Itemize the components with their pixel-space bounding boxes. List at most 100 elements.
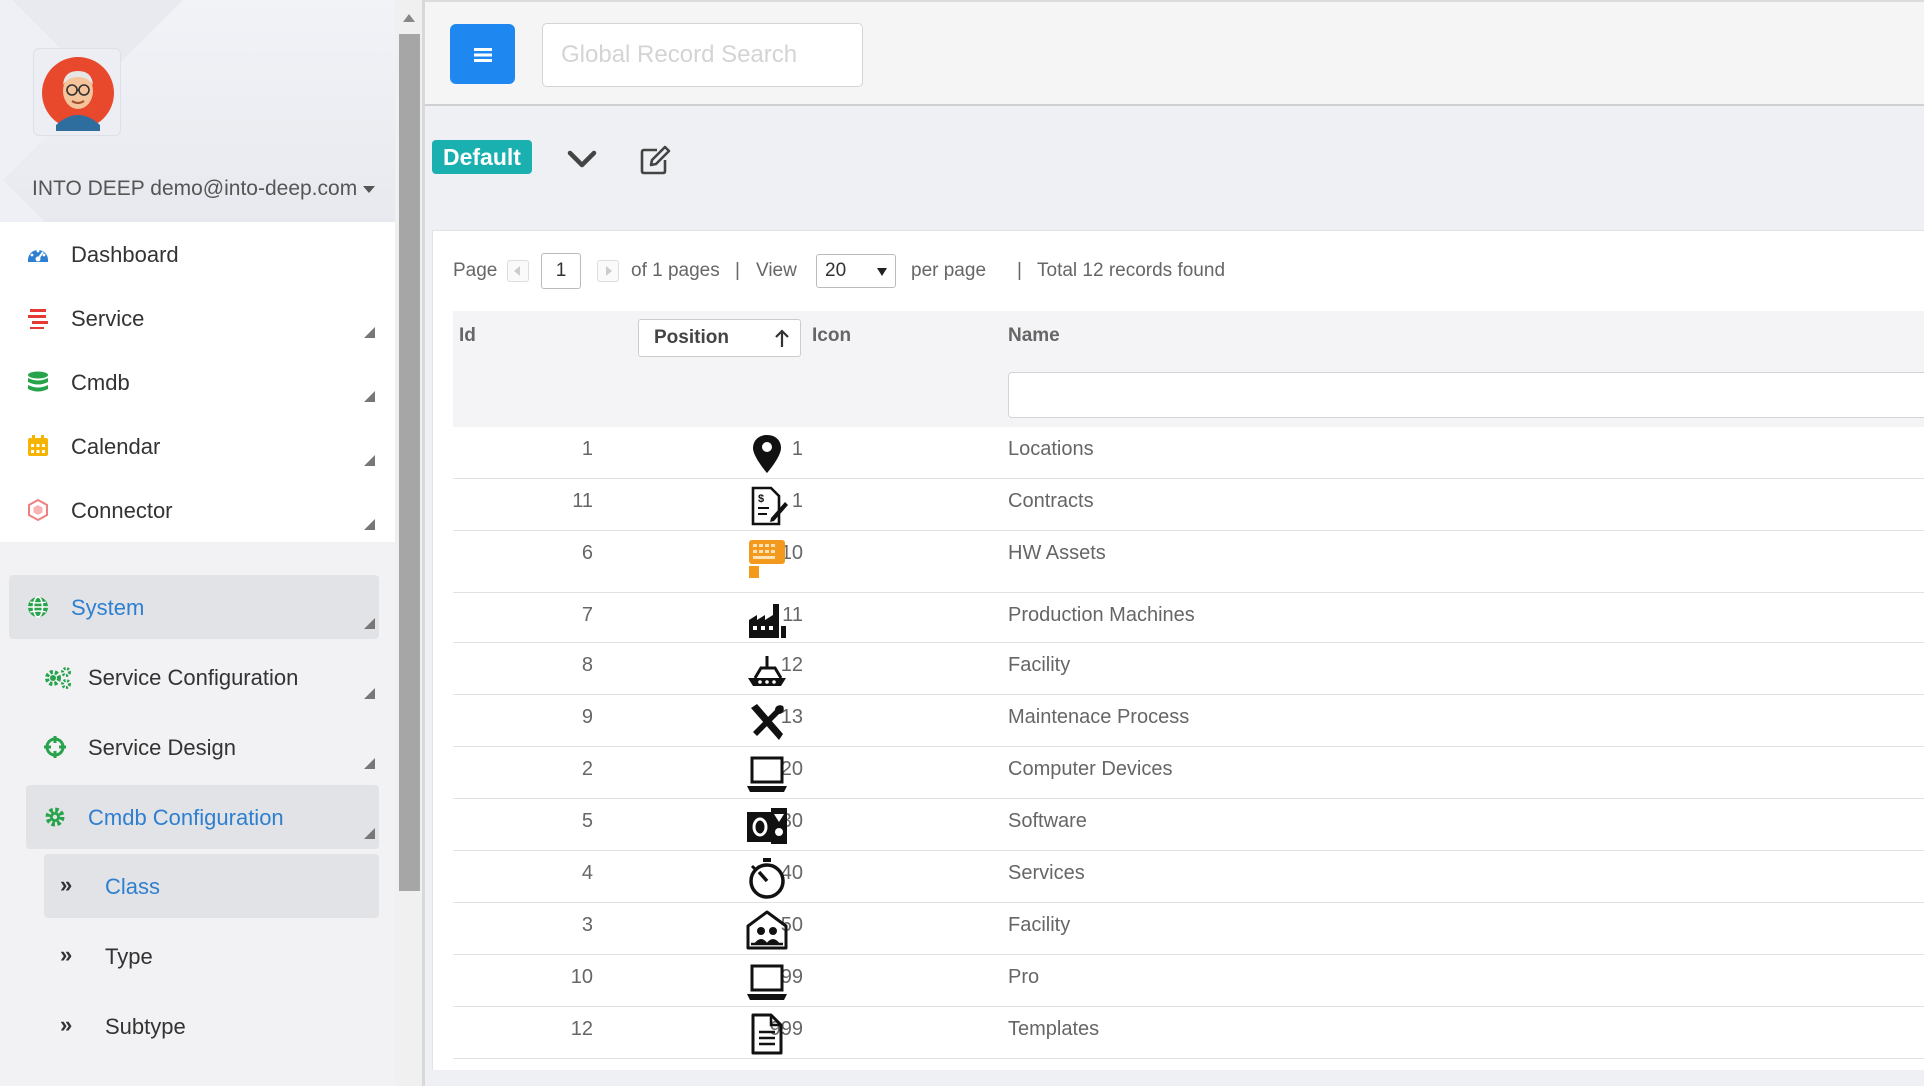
sidebar-item-label: Cmdb Configuration — [88, 805, 284, 830]
cell-position: 1 — [791, 490, 803, 512]
cell-name[interactable]: Locations — [1008, 438, 1094, 461]
sidebar-item-label: Subtype — [105, 1014, 186, 1039]
next-page-button[interactable] — [597, 260, 619, 282]
column-header-id[interactable]: Id — [459, 325, 476, 347]
sidebar-item-type[interactable]: » Type — [44, 924, 379, 988]
map-pin-icon — [745, 432, 789, 476]
factory-icon — [745, 598, 789, 642]
sidebar-item-subtype[interactable]: » Subtype — [44, 994, 379, 1058]
globe-icon — [28, 596, 48, 618]
global-search-input[interactable] — [542, 23, 863, 87]
software-icon — [745, 804, 789, 848]
hamburger-menu-button[interactable] — [450, 24, 515, 84]
sidebar-item-service[interactable]: Service — [0, 286, 395, 350]
cell-name[interactable]: Templates — [1008, 1018, 1099, 1041]
cell-name[interactable]: Computer Devices — [1008, 758, 1173, 781]
cell-name[interactable]: Maintenace Process — [1008, 706, 1189, 729]
sidebar-item-label: Service Configuration — [88, 665, 299, 690]
edit-icon[interactable] — [639, 144, 671, 176]
calendar-icon — [28, 435, 48, 456]
cell-name[interactable]: Pro — [1008, 966, 1039, 989]
crosshair-icon — [44, 736, 66, 758]
table-row[interactable]: 9 13 Maintenace Process — [453, 695, 1924, 747]
user-account-menu[interactable]: INTO DEEP demo@into-deep.com — [32, 177, 376, 201]
column-header-name[interactable]: Name — [1008, 325, 1060, 347]
per-page-select[interactable]: 20 — [816, 254, 896, 288]
laptop-icon — [745, 752, 789, 796]
scrollbar-thumb[interactable] — [399, 34, 420, 891]
per-page-value: 20 — [825, 260, 847, 281]
contract-icon: $ — [745, 484, 789, 528]
expand-arrow-icon — [364, 391, 375, 402]
expand-arrow-icon — [364, 618, 375, 629]
page-count-label: of 1 pages — [631, 260, 720, 281]
arrow-up-icon — [775, 329, 789, 347]
double-chevron-right-icon: » — [60, 942, 73, 967]
name-filter-input[interactable] — [1008, 372, 1924, 418]
table-row[interactable]: 1 1 Locations — [453, 427, 1924, 479]
expand-arrow-icon — [364, 688, 375, 699]
cell-id: 6 — [581, 542, 593, 564]
expand-arrow-icon — [364, 327, 375, 338]
sidebar-item-label: Type — [105, 944, 153, 969]
sidebar-item-dashboard[interactable]: Dashboard — [0, 222, 395, 286]
caret-down-icon — [363, 185, 376, 193]
table-row[interactable]: 8 12 Facility — [453, 643, 1924, 695]
table-row[interactable]: 10 99 Pro — [453, 955, 1924, 1007]
sidebar-item-service-design[interactable]: Service Design — [26, 715, 379, 779]
view-label: View — [756, 260, 797, 281]
page-label: Page — [453, 260, 498, 281]
page-number-input[interactable] — [541, 253, 581, 289]
dashboard-icon — [28, 249, 48, 262]
total-records-label: Total 12 records found — [1037, 260, 1226, 281]
sidebar-item-label: Class — [105, 874, 161, 899]
avatar[interactable] — [33, 48, 121, 136]
expand-arrow-icon — [364, 828, 375, 839]
cell-id: 5 — [581, 810, 593, 832]
cell-name[interactable]: Services — [1008, 862, 1085, 885]
cell-id: 10 — [570, 966, 593, 988]
sidebar-item-service-configuration[interactable]: Service Configuration — [26, 645, 379, 709]
table-row[interactable]: 7 11 Production Machines — [453, 593, 1924, 643]
sidebar-item-cmdb-configuration[interactable]: Cmdb Configuration — [26, 785, 379, 849]
hw-assets-icon — [745, 536, 789, 580]
profile-header: INTO DEEP demo@into-deep.com — [0, 0, 395, 222]
cell-name[interactable]: Facility — [1008, 914, 1070, 937]
column-header-icon: Icon — [812, 325, 852, 346]
sidebar-item-connector[interactable]: Connector — [0, 478, 395, 542]
table-row[interactable]: 3 50 Facility — [453, 903, 1924, 955]
cell-name[interactable]: Production Machines — [1008, 604, 1195, 627]
sidebar-item-label: Cmdb — [71, 370, 130, 395]
table-row[interactable]: 2 20 Computer Devices — [453, 747, 1924, 799]
chevron-down-icon[interactable] — [565, 144, 599, 174]
cell-name[interactable]: Contracts — [1008, 490, 1094, 513]
previous-page-button[interactable] — [507, 260, 529, 282]
cell-name[interactable]: Software — [1008, 810, 1087, 833]
sidebar-scrollbar[interactable] — [397, 0, 422, 1086]
sidebar-item-cmdb[interactable]: Cmdb — [0, 350, 395, 414]
cell-id: 9 — [581, 706, 593, 728]
cell-name[interactable]: HW Assets — [1008, 542, 1106, 565]
cell-position: 1 — [791, 438, 803, 460]
table-row[interactable]: 11 1 $ Contracts — [453, 479, 1924, 531]
table-row[interactable]: 6 10 HW Assets — [453, 531, 1924, 593]
table-row[interactable]: 12 999 Templates — [453, 1007, 1924, 1059]
user-label: INTO DEEP demo@into-deep.com — [32, 177, 358, 200]
table-row[interactable]: 5 30 Software — [453, 799, 1924, 851]
sidebar-item-class[interactable]: » Class — [44, 854, 379, 918]
view-name-badge[interactable]: Default — [432, 140, 532, 174]
table-row[interactable]: 4 40 Services — [453, 851, 1924, 903]
sidebar-item-label: Dashboard — [71, 242, 179, 267]
cell-id: 8 — [581, 654, 593, 676]
service-list-icon — [28, 309, 48, 329]
sidebar-item-system[interactable]: System — [9, 575, 379, 639]
sidebar-item-calendar[interactable]: Calendar — [0, 414, 395, 478]
sidebar-item-label: Calendar — [71, 434, 161, 459]
cell-id: 11 — [572, 490, 593, 512]
connector-icon — [28, 498, 48, 522]
column-header-label: Position — [654, 327, 729, 348]
cell-name[interactable]: Facility — [1008, 654, 1070, 677]
gear-icon — [45, 807, 65, 827]
scroll-up-icon[interactable] — [403, 14, 415, 22]
column-header-position-sort[interactable]: Position — [638, 319, 801, 357]
